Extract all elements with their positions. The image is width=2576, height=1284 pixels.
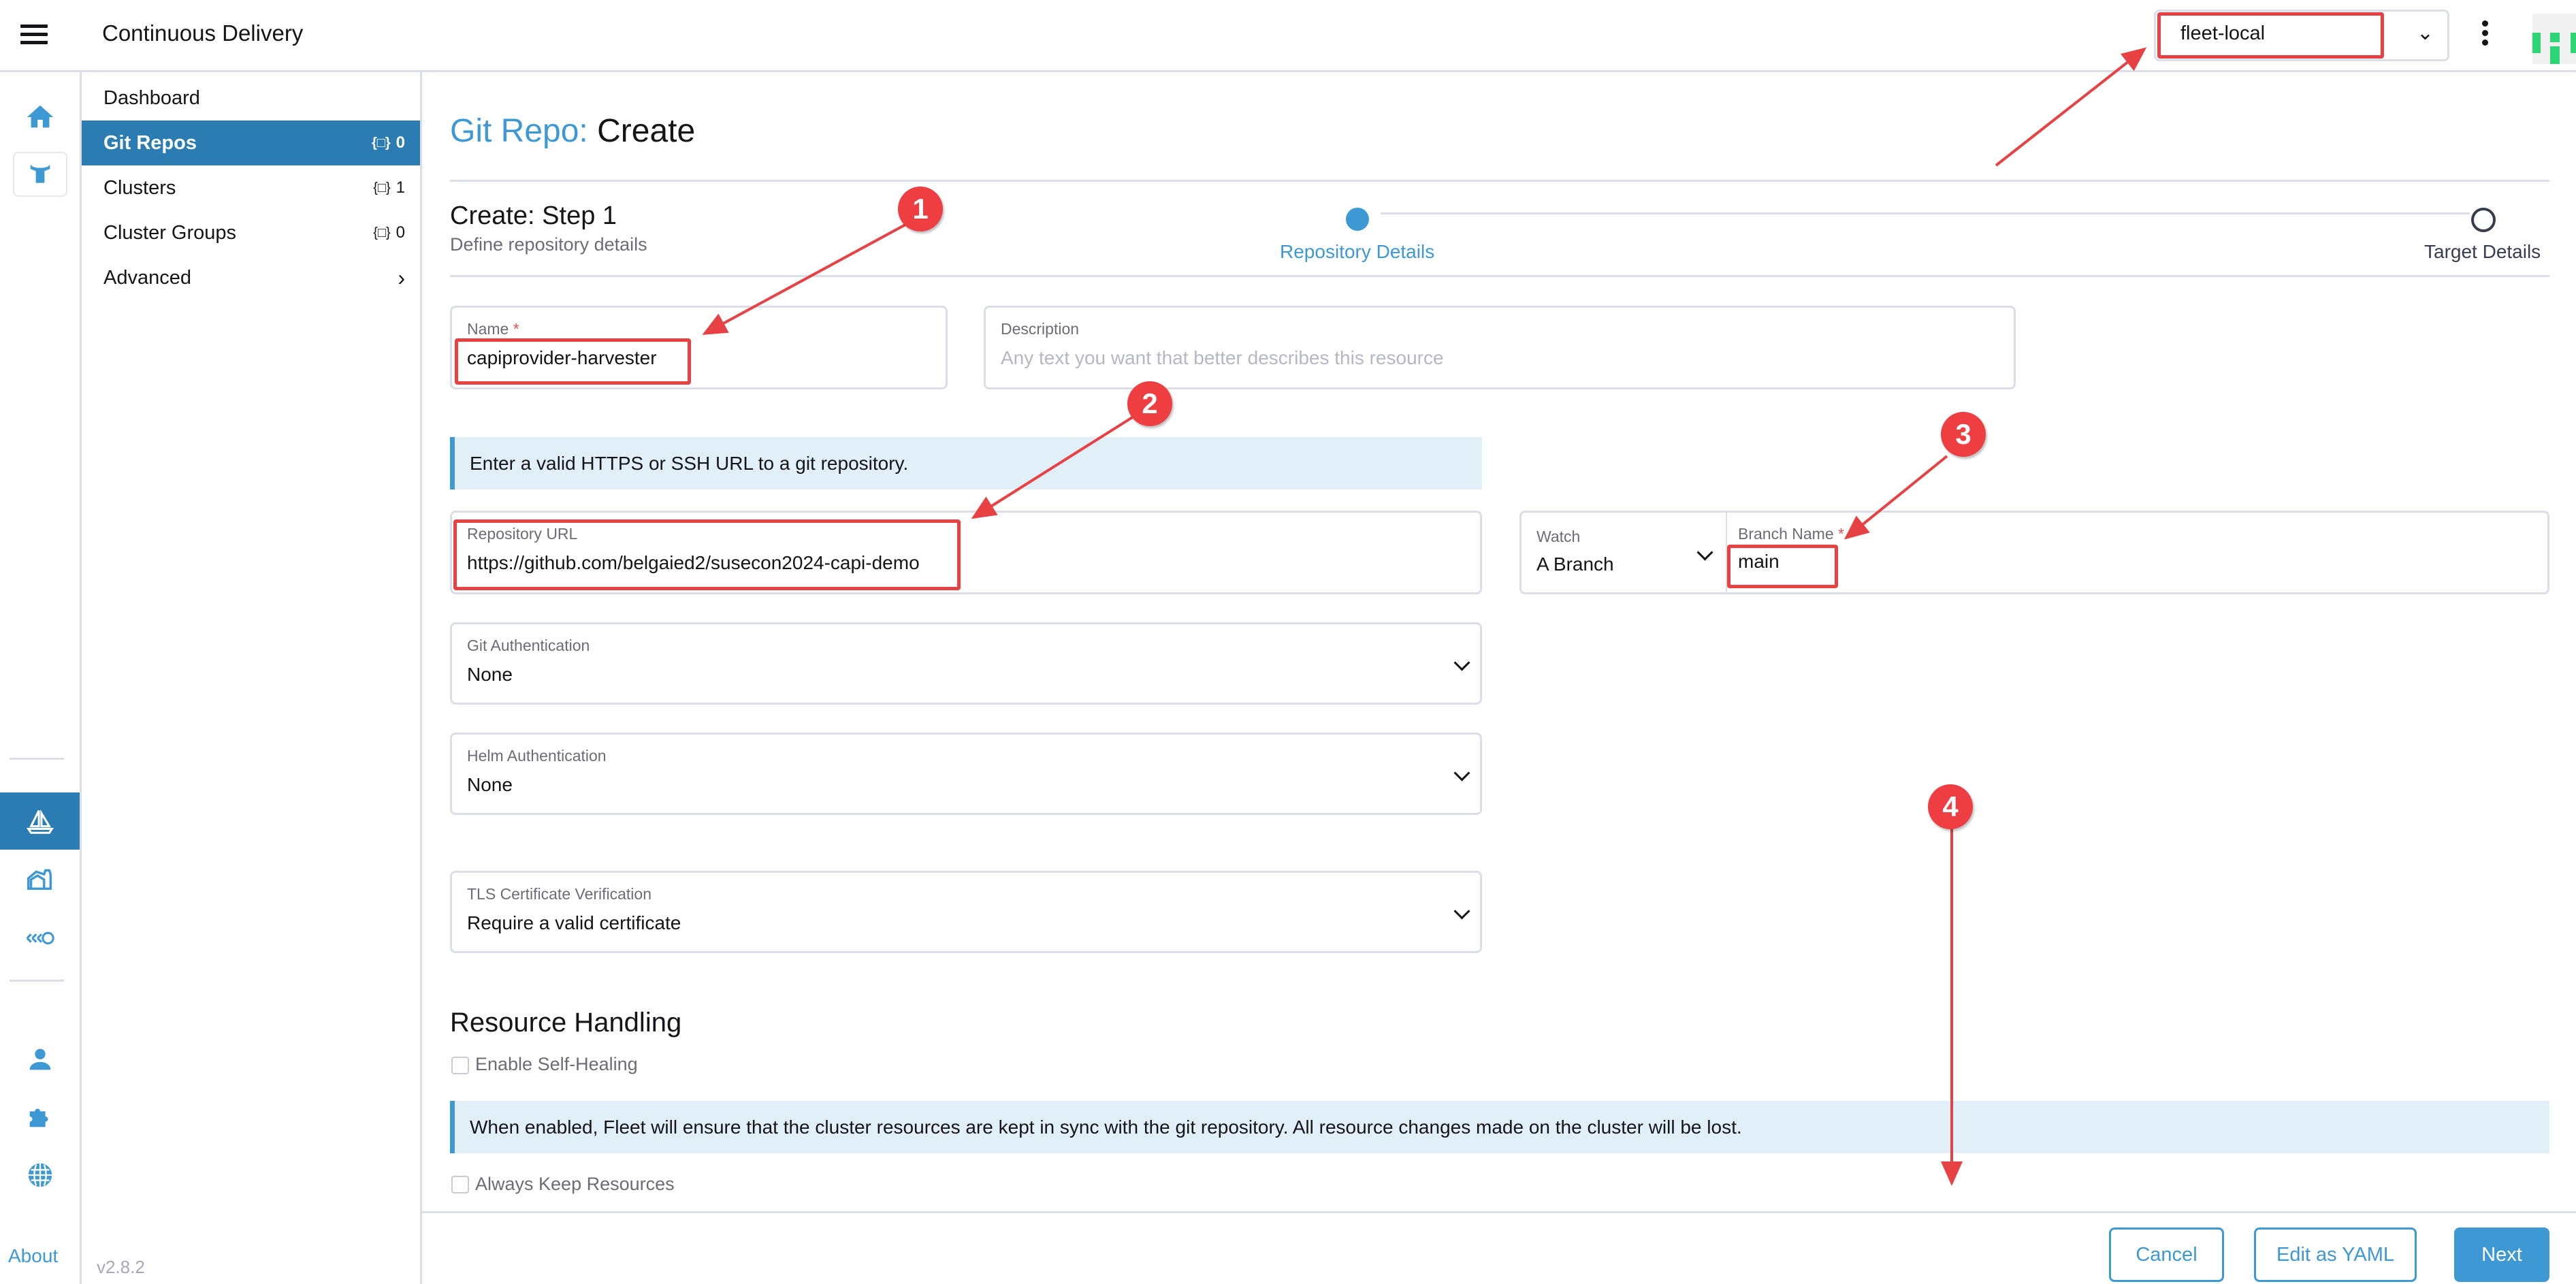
nav-item-clusters[interactable]: Clusters {□} 1: [82, 165, 420, 210]
keep-resources-label[interactable]: Always Keep Resources: [475, 1174, 675, 1195]
watch-label: Watch: [1536, 528, 1581, 545]
nav-item-label: Clusters: [103, 176, 176, 199]
description-field[interactable]: Description Any text you want that bette…: [984, 306, 2016, 389]
user-icon[interactable]: [0, 1032, 80, 1087]
nav-item-label: Git Repos: [103, 131, 197, 154]
count-value: 0: [396, 133, 405, 152]
more-options-icon[interactable]: [2478, 20, 2492, 52]
step-1-dot[interactable]: [1346, 208, 1369, 231]
annotation-marker-3: 3: [1941, 412, 1986, 457]
edit-as-yaml-button[interactable]: Edit as YAML: [2254, 1227, 2417, 1282]
step-subtitle: Define repository details: [450, 234, 647, 255]
watch-select[interactable]: Watch A Branch: [1522, 513, 1727, 592]
url-hint-banner: Enter a valid HTTPS or SSH URL to a git …: [450, 437, 1482, 489]
nav-item-advanced[interactable]: Advanced ›: [82, 255, 420, 300]
annotation-marker-2: 2: [1127, 381, 1172, 426]
git-authentication-select[interactable]: Git Authentication None: [450, 622, 1482, 705]
repository-url-field[interactable]: Repository URL https://github.com/belgai…: [450, 511, 1482, 594]
count-value: 1: [396, 178, 405, 197]
resource-handling-heading: Resource Handling: [450, 1008, 682, 1038]
icon-rail: About: [0, 72, 82, 1284]
resource-count-icon: {□}: [373, 225, 391, 240]
step-1-label[interactable]: Repository Details: [1280, 241, 1434, 263]
nav-count: {□} 1: [373, 178, 405, 197]
kubewarden-icon[interactable]: [0, 911, 80, 965]
chevron-down-icon: [1453, 765, 1470, 782]
step-2-label[interactable]: Target Details: [2424, 241, 2541, 263]
page-title: Git Repo: Create: [450, 112, 695, 150]
nav-item-label: Dashboard: [103, 86, 200, 109]
annotation-marker-4: 4: [1928, 784, 1973, 829]
tls-verification-value: Require a valid certificate: [467, 912, 681, 933]
self-healing-checkbox[interactable]: [451, 1057, 469, 1074]
watch-branch-group: Watch A Branch Branch Name * main: [1519, 511, 2549, 594]
divider: [450, 180, 2549, 182]
top-header: Continuous Delivery fleet-local ⌄: [0, 0, 2576, 72]
branch-name-label: Branch Name *: [1738, 525, 1844, 543]
name-field[interactable]: Name * capiprovider-harvester: [450, 306, 948, 389]
next-button[interactable]: Next: [2454, 1227, 2549, 1282]
divider: [450, 275, 2549, 277]
cancel-button[interactable]: Cancel: [2109, 1227, 2224, 1282]
about-link[interactable]: About: [8, 1245, 58, 1267]
nav-item-cluster-groups[interactable]: Cluster Groups {□} 0: [82, 210, 420, 255]
annotation-marker-1: 1: [898, 187, 943, 231]
nav-item-git-repos[interactable]: Git Repos {□} 0: [82, 121, 420, 165]
git-authentication-label: Git Authentication: [467, 637, 590, 654]
helm-authentication-select[interactable]: Helm Authentication None: [450, 733, 1482, 815]
count-value: 0: [396, 223, 405, 242]
workspace-select[interactable]: fleet-local ⌄: [2154, 10, 2449, 61]
menu-hamburger-icon[interactable]: [20, 25, 48, 45]
chevron-down-icon: [1453, 903, 1470, 920]
workspace-select-value: fleet-local: [2180, 22, 2266, 44]
nav-item-dashboard[interactable]: Dashboard: [82, 76, 420, 121]
helm-authentication-label: Helm Authentication: [467, 747, 607, 765]
self-healing-info-banner: When enabled, Fleet will ensure that the…: [450, 1101, 2549, 1153]
extensions-puzzle-icon[interactable]: [0, 1089, 80, 1144]
chevron-down-icon: [1453, 654, 1470, 671]
page-title-action: Create: [597, 113, 696, 149]
chevron-down-icon: [1696, 544, 1713, 561]
helm-authentication-value: None: [467, 774, 513, 795]
name-value: capiprovider-harvester: [467, 347, 657, 368]
self-healing-label[interactable]: Enable Self-Healing: [475, 1054, 638, 1075]
description-placeholder: Any text you want that better describes …: [1001, 347, 1444, 368]
step-2-dot[interactable]: [2471, 208, 2496, 232]
chevron-right-icon: ›: [398, 265, 405, 290]
watch-value: A Branch: [1536, 553, 1614, 575]
globe-icon[interactable]: [0, 1148, 80, 1202]
keep-resources-checkbox[interactable]: [451, 1176, 469, 1193]
stepper-line: [1381, 212, 2470, 214]
nav-item-label: Cluster Groups: [103, 221, 237, 244]
version-label: v2.8.2: [97, 1257, 145, 1277]
resource-count-icon: {□}: [373, 180, 391, 195]
tls-verification-label: TLS Certificate Verification: [467, 885, 652, 903]
nav-count: {□} 0: [373, 223, 405, 242]
home-icon[interactable]: [0, 90, 80, 144]
branch-name-field[interactable]: Branch Name * main: [1727, 513, 2547, 592]
resource-count-icon: {□}: [371, 135, 391, 150]
git-authentication-value: None: [467, 664, 513, 685]
tls-verification-select[interactable]: TLS Certificate Verification Require a v…: [450, 871, 1482, 953]
fleet-sailboat-icon[interactable]: [0, 792, 80, 850]
user-avatar[interactable]: [2532, 14, 2576, 64]
footer-divider: [422, 1211, 2576, 1213]
rancher-logo-icon[interactable]: [0, 147, 80, 202]
name-label: Name *: [467, 320, 519, 338]
chevron-down-icon: ⌄: [2416, 22, 2434, 44]
page-title-resource: Git Repo:: [450, 113, 588, 149]
nav-item-label: Advanced: [103, 266, 191, 289]
repository-url-label: Repository URL: [467, 525, 578, 543]
step-title: Create: Step 1: [450, 202, 617, 230]
description-label: Description: [1001, 320, 1080, 338]
nav-count: {□} 0: [372, 133, 405, 153]
branch-name-value: main: [1738, 551, 1780, 572]
harvester-barn-icon[interactable]: [0, 851, 80, 905]
app-title: Continuous Delivery: [102, 20, 304, 46]
repository-url-value: https://github.com/belgaied2/susecon2024…: [467, 552, 920, 573]
side-nav: Dashboard Git Repos {□} 0 Clusters {□} 1 C…: [82, 72, 422, 1284]
